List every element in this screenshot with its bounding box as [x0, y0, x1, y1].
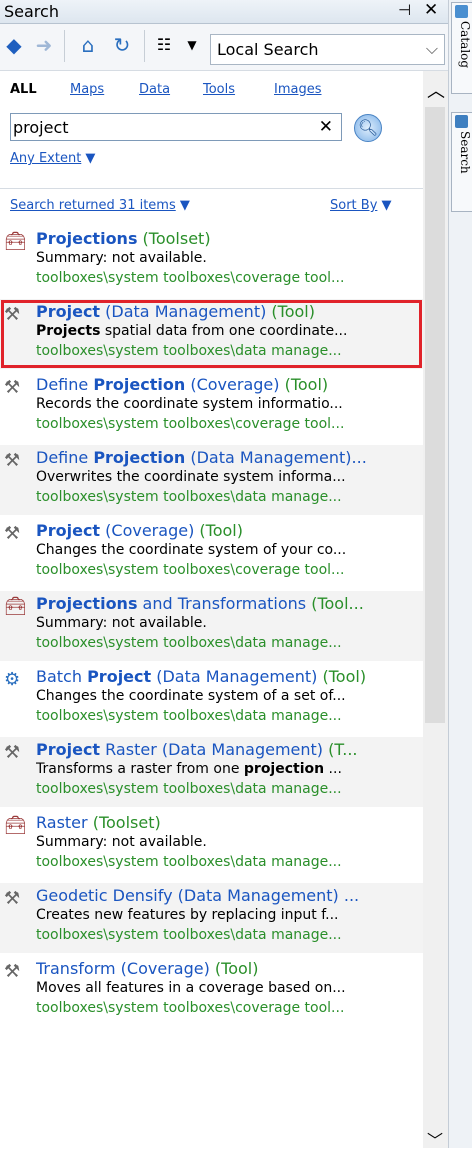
tab-search[interactable]: Search: [451, 112, 472, 212]
result-item[interactable]: ⚒︎ Geodetic Densify (Data Management) ...…: [0, 883, 423, 953]
view-dropdown-icon[interactable]: ▼: [180, 32, 204, 58]
close-icon[interactable]: ✕: [424, 0, 438, 20]
side-tab-strip: Catalog Search: [448, 0, 472, 1148]
vertical-scrollbar[interactable]: ︿ ﹀: [423, 71, 448, 1151]
result-title[interactable]: Project (Data Management) (Tool): [36, 302, 420, 321]
result-summary: Changes the coordinate system of your co…: [36, 542, 347, 558]
result-path: toolboxes\system toolboxes\coverage tool…: [36, 1000, 345, 1016]
result-path: toolboxes\system toolboxes\data manage..…: [36, 635, 342, 651]
filter-maps[interactable]: Maps: [70, 82, 104, 97]
tab-catalog[interactable]: Catalog: [451, 2, 472, 94]
chevron-down-icon: ⌵: [425, 39, 438, 58]
result-item[interactable]: ⚙︎ Batch Project (Data Management) (Tool)…: [0, 664, 423, 734]
result-summary: Changes the coordinate system of a set o…: [36, 688, 346, 704]
back-icon[interactable]: ◆: [2, 32, 26, 58]
search-input[interactable]: [11, 114, 305, 140]
result-title[interactable]: Raster (Toolset): [36, 813, 420, 832]
search-icon[interactable]: 🔍︎: [354, 114, 382, 142]
search-box: ✕: [10, 113, 342, 141]
result-item[interactable]: 🧰︎ Projections (Toolset) Summary: not avai…: [0, 226, 423, 296]
results-count-dropdown[interactable]: Search returned 31 items ▼: [10, 198, 190, 213]
catalog-icon: [455, 5, 468, 18]
scroll-thumb[interactable]: [425, 107, 445, 723]
search-tab-icon: [455, 115, 468, 128]
title-bar: Search ⊣ ✕: [0, 0, 448, 24]
pin-icon[interactable]: ⊣: [398, 1, 411, 19]
tool-icon: ⚒︎: [4, 888, 21, 909]
result-item[interactable]: ⚒︎ Project (Data Management) (Tool) Projec…: [0, 299, 423, 369]
result-item[interactable]: 🧰︎ Raster (Toolset) Summary: not available…: [0, 810, 423, 880]
sort-by-dropdown[interactable]: Sort By ▼: [330, 198, 392, 213]
tool-icon: ⚒︎: [4, 304, 21, 325]
tool-icon: ⚒︎: [4, 450, 21, 471]
result-summary: Summary: not available.: [36, 250, 207, 266]
forward-icon[interactable]: ➜: [32, 32, 56, 58]
filter-data[interactable]: Data: [139, 82, 170, 97]
view-list-icon[interactable]: ☷: [152, 32, 176, 58]
result-title[interactable]: Projections and Transformations (Tool...: [36, 594, 420, 613]
scroll-up-icon[interactable]: ︿: [427, 77, 445, 103]
filter-all[interactable]: ALL: [10, 82, 37, 97]
result-title[interactable]: Project (Coverage) (Tool): [36, 521, 420, 540]
result-title[interactable]: Define Projection (Data Management)...: [36, 448, 420, 467]
result-title[interactable]: Define Projection (Coverage) (Tool): [36, 375, 420, 394]
result-summary: Creates new features by replacing input …: [36, 907, 339, 923]
divider: [0, 188, 423, 189]
result-title[interactable]: Geodetic Densify (Data Management) ...: [36, 886, 420, 905]
result-path: toolboxes\system toolboxes\data manage..…: [36, 489, 342, 505]
result-path: toolboxes\system toolboxes\data manage..…: [36, 927, 342, 943]
filter-tools[interactable]: Tools: [203, 82, 235, 97]
toolset-icon: 🧰︎: [4, 596, 27, 617]
result-title[interactable]: Project Raster (Data Management) (T...: [36, 740, 420, 759]
extent-dropdown[interactable]: Any Extent ▼: [10, 151, 95, 166]
clear-icon[interactable]: ✕: [319, 117, 333, 137]
result-path: toolboxes\system toolboxes\coverage tool…: [36, 416, 345, 432]
result-summary: Transforms a raster from one projection …: [36, 761, 342, 777]
filter-images[interactable]: Images: [274, 82, 322, 97]
result-title[interactable]: Transform (Coverage) (Tool): [36, 959, 420, 978]
result-title[interactable]: Projections (Toolset): [36, 229, 420, 248]
home-icon[interactable]: ⌂: [76, 32, 100, 58]
result-summary: Records the coordinate system informatio…: [36, 396, 343, 412]
result-path: toolboxes\system toolboxes\data manage..…: [36, 854, 342, 870]
window-title: Search: [4, 2, 59, 21]
toolset-icon: 🧰︎: [4, 231, 27, 252]
result-path: toolboxes\system toolboxes\data manage..…: [36, 781, 342, 797]
script-tool-icon: ⚙︎: [4, 669, 21, 690]
toolset-icon: 🧰︎: [4, 815, 27, 836]
result-item[interactable]: ⚒︎ Project (Coverage) (Tool) Changes the c…: [0, 518, 423, 588]
result-summary: Overwrites the coordinate system informa…: [36, 469, 346, 485]
refresh-icon[interactable]: ↻: [110, 32, 134, 58]
result-summary: Summary: not available.: [36, 834, 207, 850]
result-item[interactable]: ⚒︎ Define Projection (Coverage) (Tool) Rec…: [0, 372, 423, 442]
search-location-select[interactable]: Local Search ⌵: [210, 34, 445, 65]
result-title[interactable]: Batch Project (Data Management) (Tool): [36, 667, 420, 686]
result-path: toolboxes\system toolboxes\coverage tool…: [36, 270, 345, 286]
result-path: toolboxes\system toolboxes\coverage tool…: [36, 562, 345, 578]
tool-icon: ⚒︎: [4, 377, 21, 398]
scroll-down-icon[interactable]: ﹀: [427, 1127, 443, 1151]
result-summary: Projects spatial data from one coordinat…: [36, 323, 348, 339]
result-item[interactable]: ⚒︎ Transform (Coverage) (Tool) Moves all f…: [0, 956, 423, 1026]
search-location-value: Local Search: [217, 40, 319, 59]
result-path: toolboxes\system toolboxes\data manage..…: [36, 708, 342, 724]
tool-icon: ⚒︎: [4, 961, 21, 982]
result-summary: Summary: not available.: [36, 615, 207, 631]
result-summary: Moves all features in a coverage based o…: [36, 980, 346, 996]
result-item[interactable]: ⚒︎ Project Raster (Data Management) (T...…: [0, 737, 423, 807]
result-item[interactable]: 🧰︎ Projections and Transformations (Tool.…: [0, 591, 423, 661]
result-item[interactable]: ⚒︎ Define Projection (Data Management)...…: [0, 445, 423, 515]
tool-icon: ⚒︎: [4, 742, 21, 763]
result-path: toolboxes\system toolboxes\data manage..…: [36, 343, 342, 359]
tool-icon: ⚒︎: [4, 523, 21, 544]
